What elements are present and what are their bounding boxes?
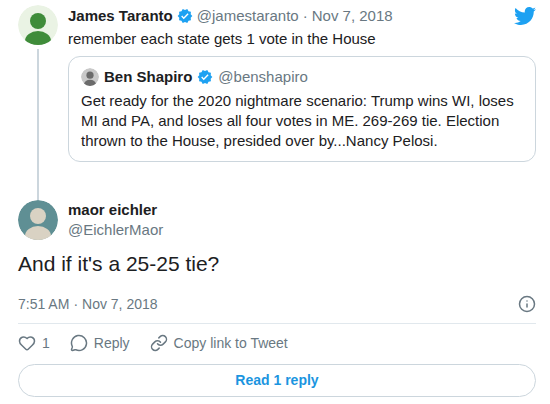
reply-action[interactable]: Reply [70,333,130,353]
like-action[interactable]: 1 [18,333,50,353]
author-handle[interactable]: @jamestaranto [197,6,299,26]
quoted-avatar[interactable] [81,68,99,86]
tweet-time[interactable]: 7:51 AM [18,294,69,314]
copy-action[interactable]: Copy link to Tweet [150,333,288,353]
tweet-embed: James Taranto@jamestaranto·Nov 7, 2018re… [0,0,550,404]
info-icon[interactable] [518,295,536,313]
quoted-handle[interactable]: @benshapiro [218,67,307,87]
copy-icon [150,334,168,352]
author-handle[interactable]: @EichlerMaor [68,220,163,240]
quoted-text: Get ready for the 2020 nightmare scenari… [81,91,523,151]
action-bar: 1 Reply Copy link to Tweet [18,324,536,362]
main-tweet: maor eichler@EichlerMaor And if it's a 25… [18,200,536,397]
separator: · [303,6,308,26]
tweet-date[interactable]: Nov 7, 2018 [82,294,158,314]
reply-icon [70,334,88,352]
parent-tweet: James Taranto @jamestaranto·Nov 7, 2018 re… [18,5,536,200]
tweet-text: remember each state gets 1 vote in the H… [68,29,536,49]
like-icon [18,334,36,352]
verified-icon [177,8,193,24]
quoted-name[interactable]: Ben Shapiro [104,67,192,87]
read-replies-button[interactable]: Read 1 reply [18,364,536,397]
thread-line [37,49,39,200]
tweet-date[interactable]: Nov 7, 2018 [312,6,393,26]
verified-icon [197,69,213,85]
author-name[interactable]: maor eichler [68,200,157,220]
quoted-tweet[interactable]: Ben Shapiro @benshapiro Get ready for the … [68,56,536,162]
main-avatar[interactable] [18,200,58,240]
twitter-bird-icon[interactable] [514,5,536,27]
author-name[interactable]: James Taranto [68,6,173,26]
parent-avatar[interactable] [18,5,58,45]
separator: · [73,294,78,314]
tweet-text: And if it's a 25-25 tie? [18,250,536,278]
